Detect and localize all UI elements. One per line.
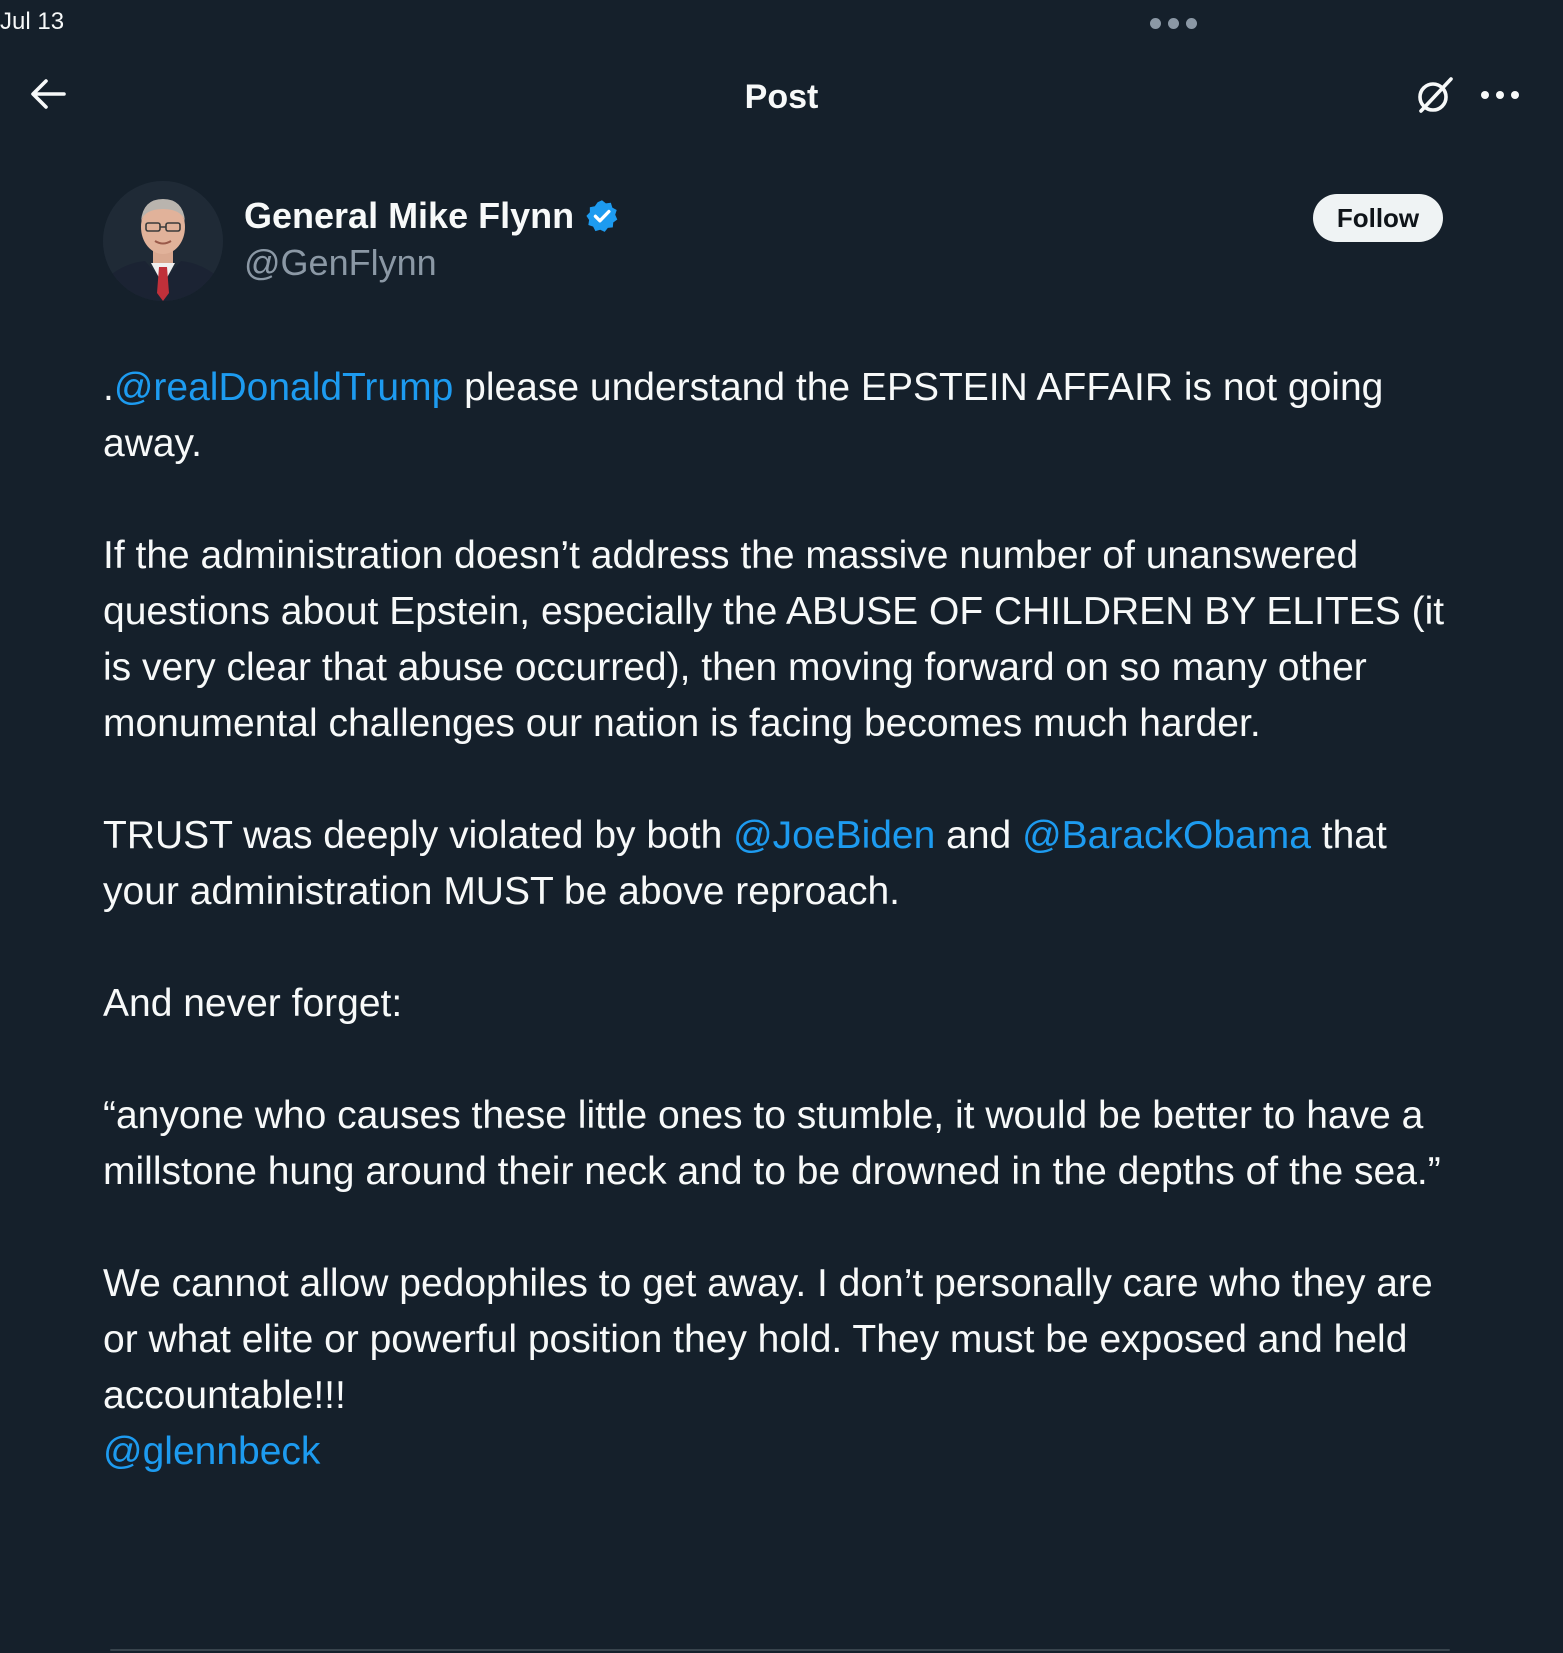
divider [110, 1649, 1450, 1651]
top-navigation: Post [0, 50, 1563, 146]
post-text: .@realDonaldTrump please understand the … [103, 360, 1463, 1480]
mention-joebiden[interactable]: @JoeBiden [733, 814, 935, 857]
page-title: Post [744, 78, 819, 116]
text-prefix: . [103, 366, 114, 409]
verified-badge-icon [586, 200, 618, 232]
author-name-row[interactable]: General Mike Flynn [244, 195, 620, 237]
text-segment: and [935, 814, 1023, 857]
multitasking-dots-icon[interactable] [1150, 18, 1197, 29]
post-author: General Mike Flynn @GenFlynn Follow [103, 181, 1443, 306]
grok-icon [1418, 77, 1453, 113]
grok-button[interactable] [1410, 70, 1460, 120]
post-paragraph-3: TRUST was deeply violated by both @JoeBi… [103, 808, 1463, 920]
post-paragraph-2: If the administration doesn’t address th… [103, 534, 1445, 745]
mention-glennbeck[interactable]: @glennbeck [103, 1430, 320, 1473]
mention-barackobama[interactable]: @BarackObama [1022, 814, 1311, 857]
author-name[interactable]: General Mike Flynn [244, 195, 574, 237]
post-paragraph-5: “anyone who causes these little ones to … [103, 1094, 1441, 1193]
post-paragraph-1: .@realDonaldTrump please understand the … [103, 360, 1463, 472]
avatar[interactable] [103, 181, 223, 301]
status-bar: Jul 13 [0, 0, 1563, 46]
text-segment: TRUST was deeply violated by both [103, 814, 734, 857]
mention-realdonaldtrump[interactable]: @realDonaldTrump [114, 366, 453, 409]
author-handle[interactable]: @GenFlynn [244, 242, 437, 284]
follow-button[interactable]: Follow [1313, 194, 1443, 242]
more-options-button[interactable] [1475, 70, 1525, 120]
text-segment: We cannot allow pedophiles to get away. … [103, 1262, 1433, 1417]
more-horizontal-icon [1481, 91, 1519, 99]
status-date: Jul 13 [0, 8, 65, 35]
post-paragraph-6: We cannot allow pedophiles to get away. … [103, 1256, 1463, 1480]
post-paragraph-4: And never forget: [103, 982, 403, 1025]
